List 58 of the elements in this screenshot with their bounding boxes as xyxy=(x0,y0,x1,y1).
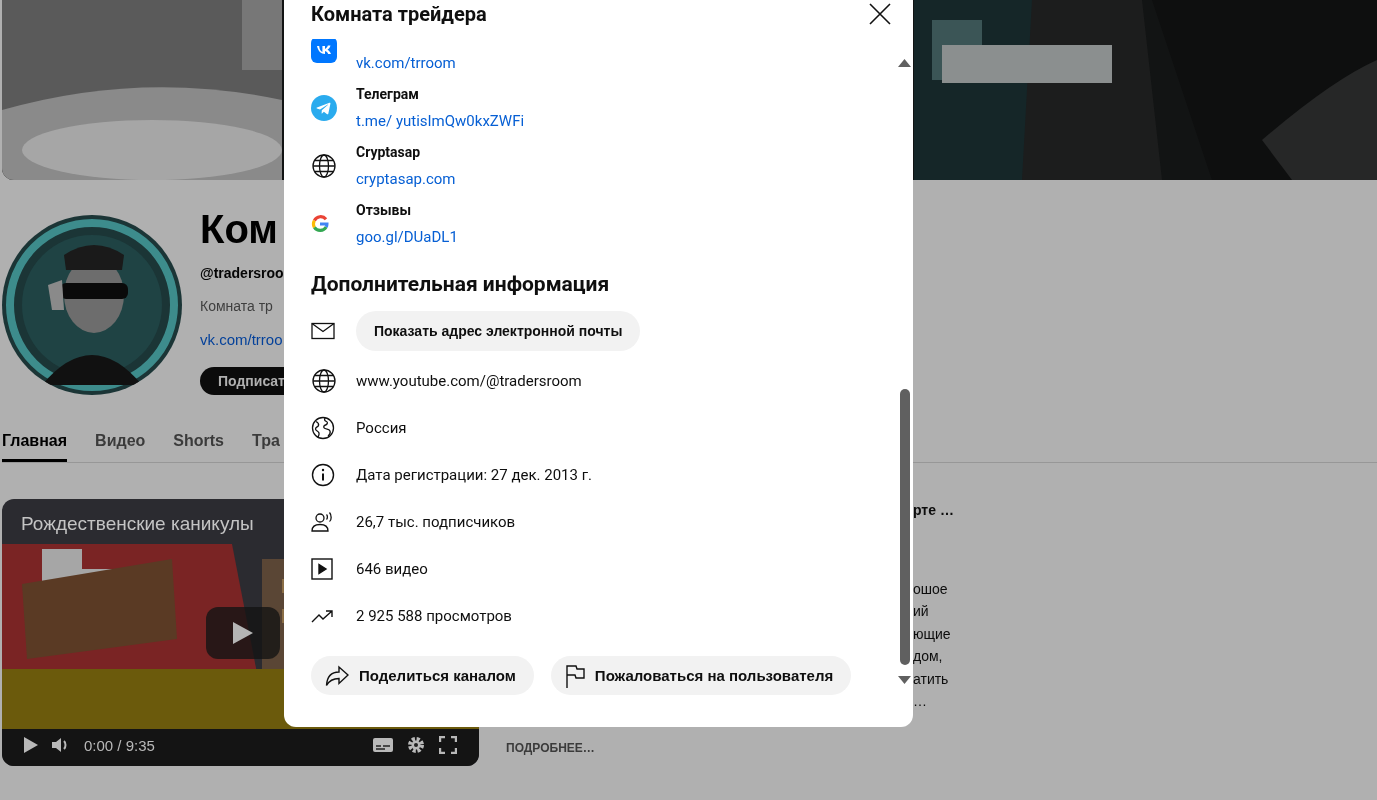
video-time: 0:00 / 9:35 xyxy=(84,736,155,754)
play-square-icon xyxy=(311,557,333,580)
channel-link[interactable]: cryptasap.com xyxy=(356,168,456,190)
vk-logo-icon xyxy=(311,39,337,63)
channel-detail: 26,7 тыс. подписчиков xyxy=(356,512,516,531)
channel-detail: 646 видео xyxy=(356,559,428,578)
video-description-text: ющие xyxy=(913,624,952,644)
channel-title: Ком xyxy=(200,206,278,253)
scroll-down-arrow-icon[interactable] xyxy=(898,676,911,684)
globe-icon xyxy=(311,152,337,179)
close-icon[interactable] xyxy=(869,2,891,25)
play-button[interactable] xyxy=(206,607,280,659)
envelope-icon xyxy=(311,322,335,340)
channel-description[interactable]: Комната тр xyxy=(200,296,273,316)
fullscreen-icon[interactable] xyxy=(439,736,457,754)
play-icon xyxy=(232,621,254,645)
subtitles-icon[interactable] xyxy=(373,738,393,752)
video-description-text: … xyxy=(913,692,928,711)
more-link[interactable]: ПОДРОБНЕЕ… xyxy=(506,737,595,760)
scroll-up-arrow-icon[interactable] xyxy=(898,59,911,67)
channel-link[interactable]: vk.com/trroo xyxy=(200,330,283,350)
share-button[interactable]: Поделиться каналом xyxy=(311,656,534,695)
person-broadcast-icon xyxy=(311,510,335,533)
earth-icon xyxy=(311,415,335,440)
channel-detail: Россия xyxy=(356,418,407,437)
video-description-text: дом, xyxy=(913,647,944,666)
show-email-button[interactable]: Показать адрес электронной почты xyxy=(356,311,641,351)
channel-tab[interactable]: Главная xyxy=(2,423,68,462)
video-description-text: атить xyxy=(913,669,950,689)
link-title: Отзывы xyxy=(356,201,413,220)
channel-tab[interactable]: Тра xyxy=(251,423,280,462)
globe-icon xyxy=(311,367,337,394)
share-arrow-icon xyxy=(325,664,349,687)
video-description-title: рте … xyxy=(913,501,955,520)
dialog-title: Комната трейдера xyxy=(311,1,487,26)
link-title: Телеграм xyxy=(356,85,420,104)
channel-detail: 2 925 588 просмотров xyxy=(356,606,512,625)
report-button[interactable]: Пожаловаться на пользователя xyxy=(550,656,852,695)
channel-detail: Дата регистрации: 27 дек. 2013 г. xyxy=(356,465,592,484)
channel-link[interactable]: t.me/ yutisImQw0kxZWFi xyxy=(356,110,525,132)
scrollbar-thumb[interactable] xyxy=(900,389,910,665)
video-title: Рождественские каникулы xyxy=(21,513,254,535)
section-heading: Дополнительная информация xyxy=(311,271,611,298)
flag-icon xyxy=(564,663,585,688)
channel-link[interactable]: goo.gl/DUaDL1 xyxy=(356,226,458,248)
channel-handle: @tradersroo xyxy=(200,264,284,283)
channel-link[interactable]: vk.com/trroom xyxy=(356,52,456,74)
link-title: Cryptasap xyxy=(356,143,422,162)
channel-tab[interactable]: Видео xyxy=(95,423,146,462)
video-description-text: ий xyxy=(913,602,930,621)
play-icon[interactable] xyxy=(24,737,38,753)
info-icon xyxy=(311,462,335,487)
video-description-text: ошое xyxy=(913,579,949,599)
paper-plane-icon xyxy=(311,94,337,121)
trending-up-icon xyxy=(311,608,335,623)
settings-icon[interactable] xyxy=(407,736,425,754)
channel-tab[interactable]: Shorts xyxy=(173,423,224,462)
google-logo-icon xyxy=(311,214,329,233)
